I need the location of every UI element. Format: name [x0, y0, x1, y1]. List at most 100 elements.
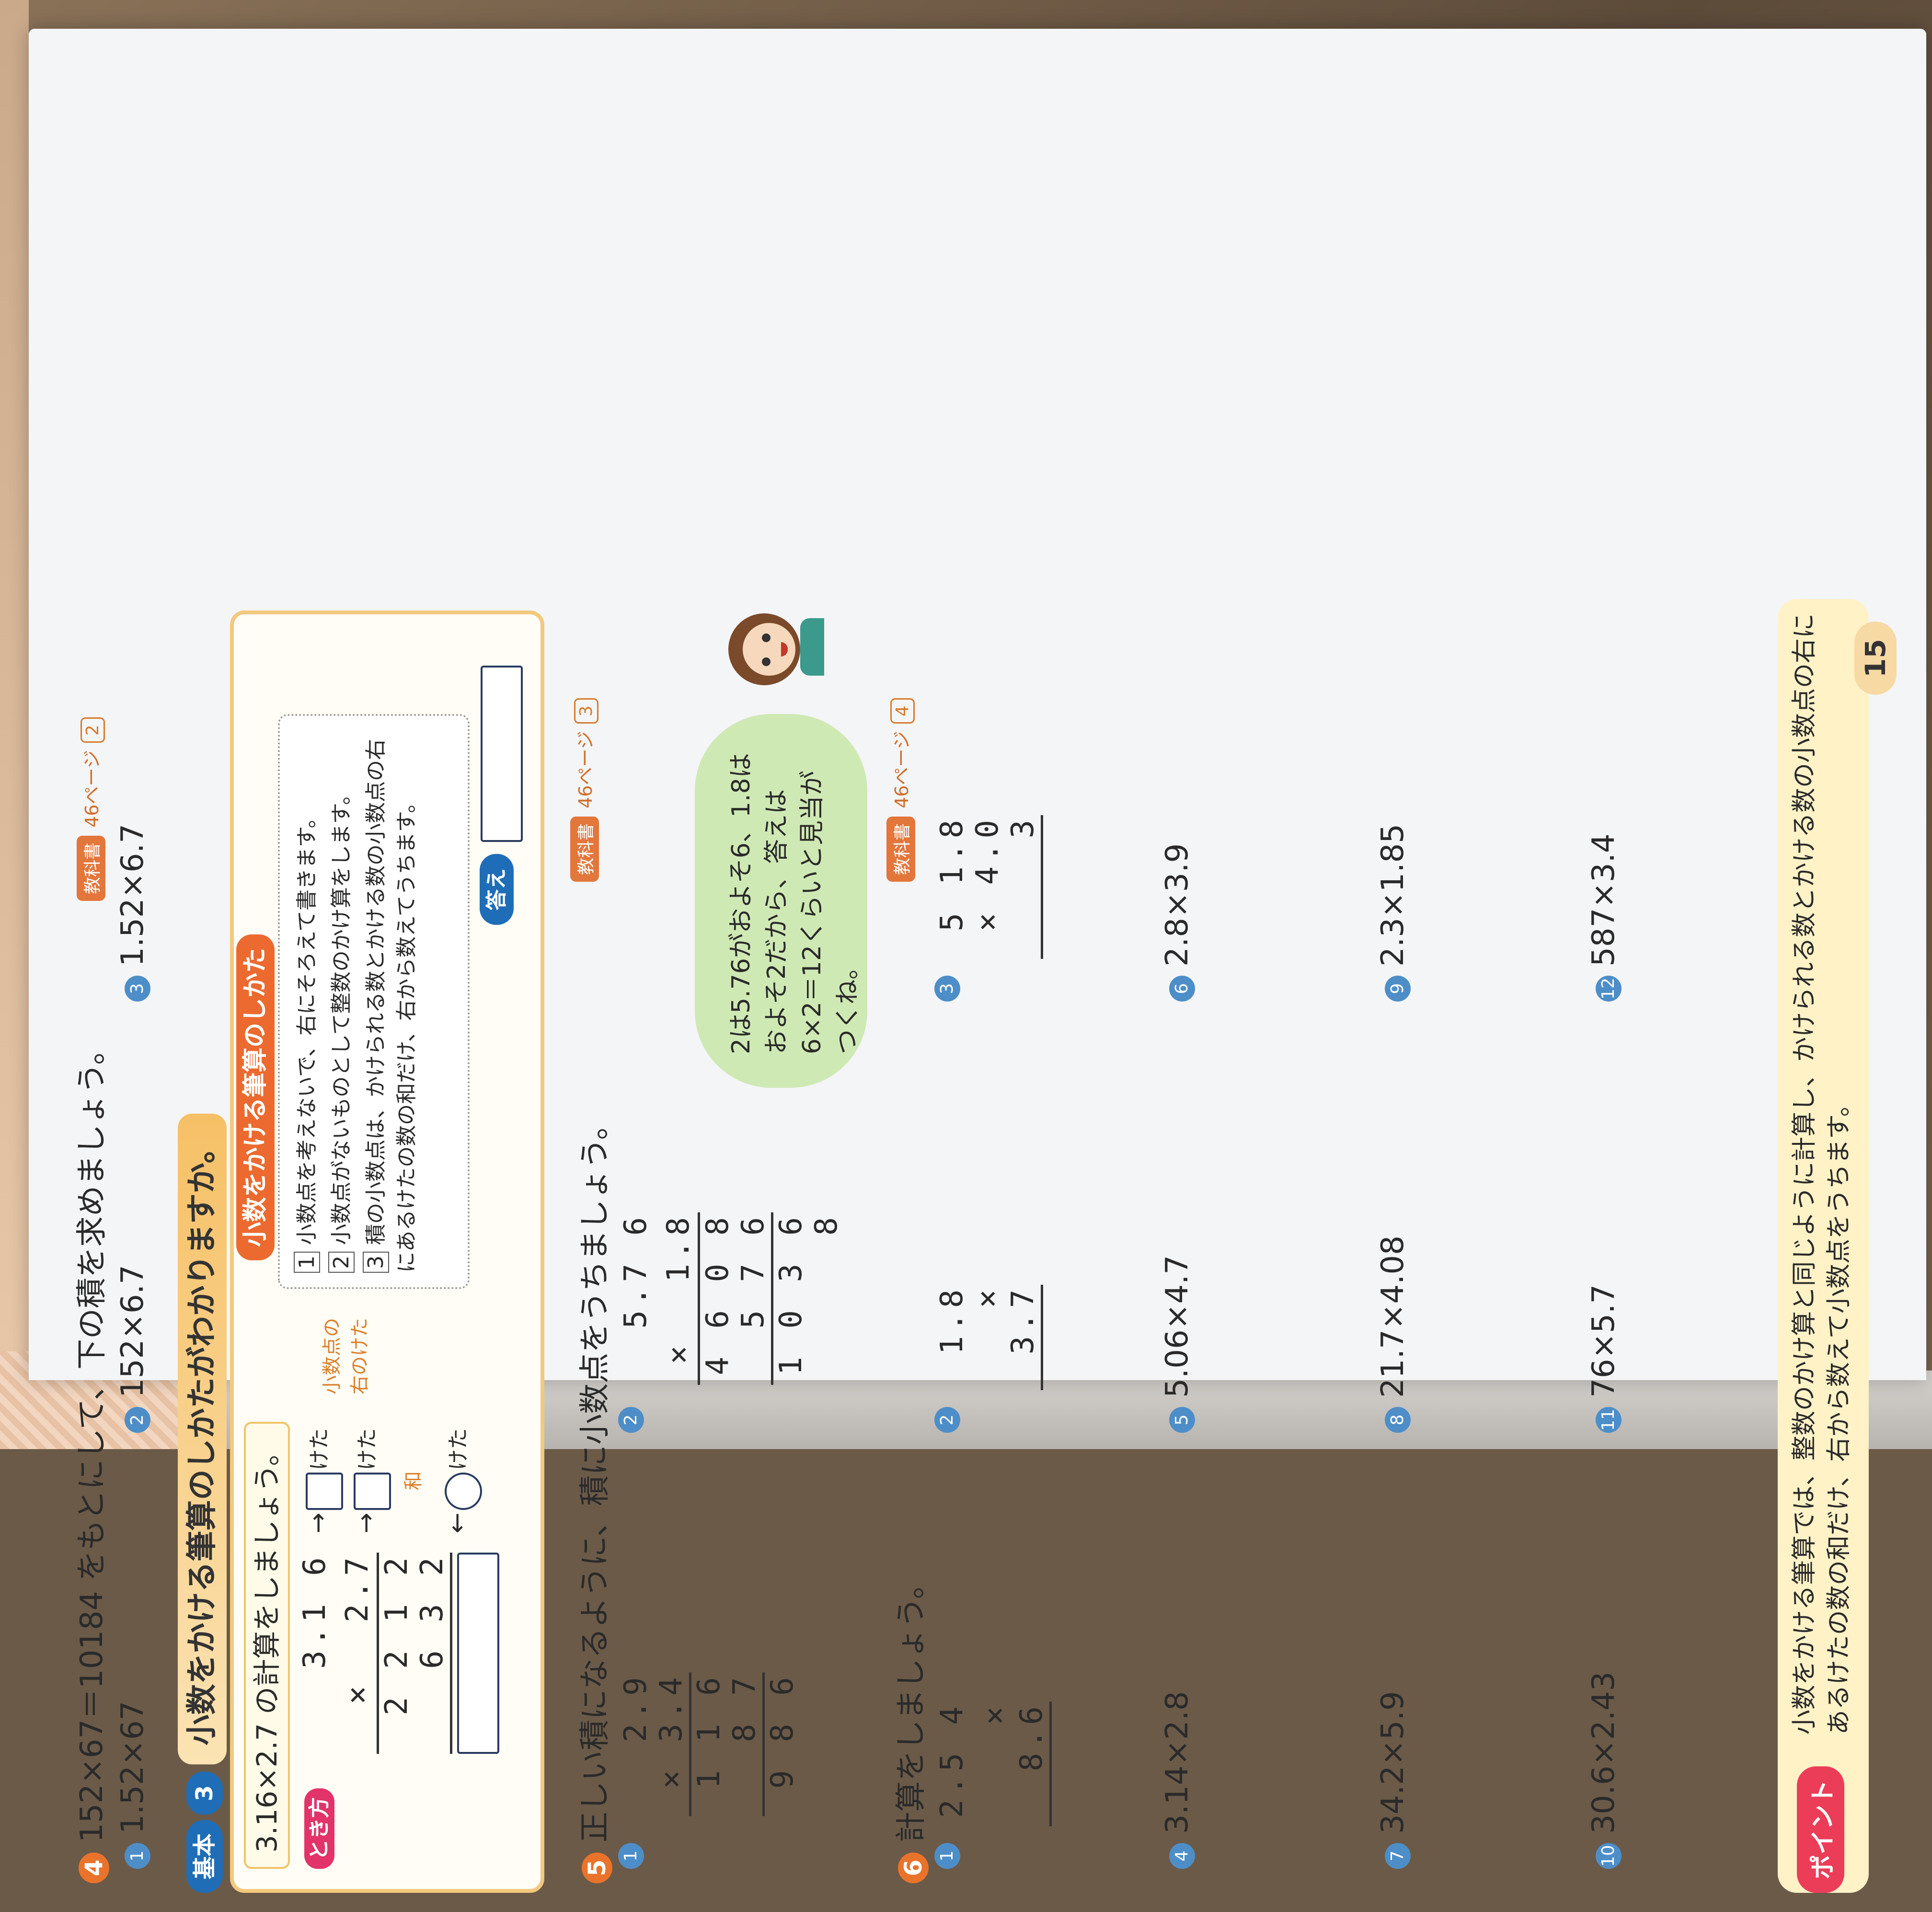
- step-number: 1: [294, 1252, 320, 1273]
- item-expression: 3.14×2.8: [1160, 1691, 1195, 1834]
- q6-item-6: 6 2.8×3.9: [1160, 843, 1195, 1002]
- calc-row: × 4.0 3: [970, 815, 1043, 959]
- q6-item-1: 1 2.5 4 × 8.6: [934, 1666, 1052, 1869]
- hint-bubble: 2は5.76がおよそ6、1.8はおよそ2だから、答えは6×2＝12くらいと見当が…: [695, 714, 867, 1088]
- q5-textbook-ref: 教科書 46ページ 3: [570, 698, 599, 882]
- item-number: 5: [1169, 1407, 1195, 1433]
- item-number: 9: [1385, 976, 1411, 1002]
- item-expression: 2.8×3.9: [1160, 843, 1195, 967]
- q4-item-2: 2 152×6.7: [115, 1265, 150, 1433]
- answer-blank[interactable]: [457, 1553, 499, 1754]
- q6-item-3: 3 5 1.8 × 4.0 3: [934, 815, 1043, 1002]
- question-number: 5: [582, 1853, 612, 1883]
- question-5: 5 正しい積になるように、積に小数点をうちましょう。: [570, 1109, 614, 1883]
- background-edge: [0, 0, 29, 1449]
- calc-row: 3.1 6: [297, 1553, 333, 1669]
- kihon-problem: 3.16×2.7 の計算をしましょう。: [244, 1422, 290, 1869]
- kihon-answer: 答え: [479, 665, 523, 925]
- question-number: 4: [79, 1853, 109, 1883]
- step-3: 3 積の小数点は、かけられる数とかける数の小数点の右にあるけたの数の和だけ、右か…: [358, 730, 420, 1273]
- item-number: 12: [1596, 976, 1622, 1002]
- problem-text: 3.16×2.7 の計算をしましょう。: [244, 1422, 290, 1869]
- calc-row: × 2.7: [333, 1553, 379, 1754]
- calc-row: 1 1 6: [691, 1672, 727, 1789]
- calc-row: 2 2 1 2: [379, 1553, 414, 1716]
- item-expression: 30.6×2.43: [1586, 1671, 1622, 1834]
- keta-note: 小数点の右のけた: [321, 1318, 371, 1394]
- q6-textbook-ref: 教科書 46ページ 4: [886, 698, 915, 882]
- keta-input-2[interactable]: [353, 1473, 391, 1510]
- page-number: 15: [1854, 622, 1897, 695]
- reference-tag: 3: [574, 698, 598, 724]
- item-expression: 21.7×4.08: [1375, 1235, 1411, 1398]
- calc-row: × 8.6: [970, 1666, 1052, 1826]
- item-number: 2: [618, 1407, 644, 1433]
- keta-input-1[interactable]: [305, 1473, 343, 1510]
- calc-row: 4 6 0 8: [700, 1212, 736, 1375]
- calc-row: × 1.8: [654, 1212, 700, 1385]
- item-number: 2: [125, 1407, 150, 1433]
- point-bar: ポイント 小数をかける筆算では、整数のかけ算と同じように計算し、かけられる数とか…: [1778, 599, 1869, 1893]
- calc-row: 9 8 6: [765, 1672, 800, 1789]
- item-expression: 1.52×6.7: [115, 824, 150, 967]
- q4-item-3: 3 1.52×6.7: [115, 824, 150, 1002]
- q5-problem-2-number: 2: [618, 1407, 644, 1433]
- hint-text: 2は5.76がおよそ6、1.8はおよそ2だから、答えは6×2＝12くらいと見当が…: [727, 753, 862, 1054]
- item-expression: 5.06×4.7: [1160, 1255, 1195, 1398]
- q6-item-12: 12 587×3.4: [1586, 833, 1622, 1002]
- step-text: 小数点がないものとして整数のかけ算をします。: [329, 783, 354, 1245]
- calc-row: 5 7 6: [736, 1212, 773, 1385]
- keta-row-3: ← けた: [441, 1428, 482, 1533]
- question-number: 6: [898, 1853, 929, 1883]
- shikata-steps: 1 小数点を考えないで、右にそろえて書きます。 2 小数点がないものとして整数の…: [278, 714, 470, 1289]
- q5-problem-2: 5.7 6 × 1.8 4 6 0 8 5 7 6 1 0 3 6 8: [618, 1212, 844, 1385]
- shikata-tag: 小数をかける筆算のしかた: [236, 934, 275, 1260]
- calc-row: 1 0 3 6 8: [773, 1212, 844, 1375]
- item-expression: 76×5.7: [1586, 1284, 1622, 1398]
- calc-row: 2.9: [618, 1672, 654, 1742]
- q6-item-9: 9 2.3×1.85: [1375, 824, 1411, 1002]
- keta-label: けた: [446, 1428, 471, 1471]
- calc-row: 5.7 6: [618, 1212, 654, 1329]
- textbook-badge: 教科書: [77, 835, 105, 901]
- shikata-title: 小数をかける筆算のしかた: [235, 934, 275, 1260]
- keta-label: けた: [355, 1428, 380, 1471]
- item-expression: 34.2×5.9: [1375, 1691, 1411, 1834]
- item-number: 1: [618, 1843, 644, 1869]
- q6-item-4: 4 3.14×2.8: [1160, 1691, 1195, 1869]
- item-number: 11: [1596, 1407, 1622, 1433]
- reference-tag: 2: [80, 717, 105, 743]
- item-number: 4: [1169, 1843, 1195, 1869]
- q5-problem-1: 2.9 × 3.4 1 1 6 8 7 9 8 6: [618, 1672, 800, 1816]
- keta-sum-input[interactable]: [444, 1473, 482, 1510]
- point-text: 小数をかける筆算では、整数のかけ算と同じように計算し、かけられる数とかける数の小…: [1790, 613, 1853, 1735]
- kihon-number: 3: [186, 1772, 223, 1815]
- item-expression: 2.3×1.85: [1375, 824, 1411, 967]
- item-number: 1: [934, 1843, 960, 1869]
- step-number: 2: [328, 1252, 355, 1273]
- textbook-badge: 教科書: [886, 816, 915, 882]
- keta-row-2: → けた: [350, 1428, 391, 1533]
- page-reference: 46ページ: [575, 731, 596, 808]
- textbook-badge: 教科書: [570, 816, 599, 882]
- calc-row: 8 7: [727, 1672, 765, 1816]
- calc-row: 1.8: [934, 1284, 970, 1355]
- calc-row: × 3.4: [654, 1672, 691, 1816]
- calc-row: 6 3 2: [414, 1553, 452, 1754]
- item-number: 7: [1385, 1843, 1411, 1869]
- kihon-badge: 基本: [186, 1820, 223, 1893]
- item-number: 1: [125, 1843, 150, 1869]
- step-text: 積の小数点は、かけられる数とかける数の小数点の右にあるけたの数の和だけ、右から数…: [364, 739, 419, 1273]
- step-2: 2 小数点がないものとして整数のかけ算をします。: [324, 730, 355, 1273]
- q5-problem-1-number: 1: [618, 1843, 644, 1869]
- tokikata-badge: とき方: [304, 1788, 334, 1869]
- calc-row: × 3.7: [970, 1284, 1043, 1390]
- answer-input[interactable]: [480, 665, 523, 842]
- q4-textbook-ref: 教科書 46ページ 2: [77, 717, 105, 901]
- kihon-title: 小数をかける筆算のしかたがわかりますか。: [178, 1113, 227, 1765]
- item-expression: 152×6.7: [115, 1265, 150, 1398]
- q4-item-1: 1 1.52×67: [115, 1701, 150, 1869]
- workbook-page: 4 152×67＝10184 をもとにして、下の積を求めましょう。 1 1.52…: [29, 29, 1926, 1893]
- item-number: 10: [1596, 1843, 1622, 1869]
- item-number: 2: [934, 1407, 960, 1433]
